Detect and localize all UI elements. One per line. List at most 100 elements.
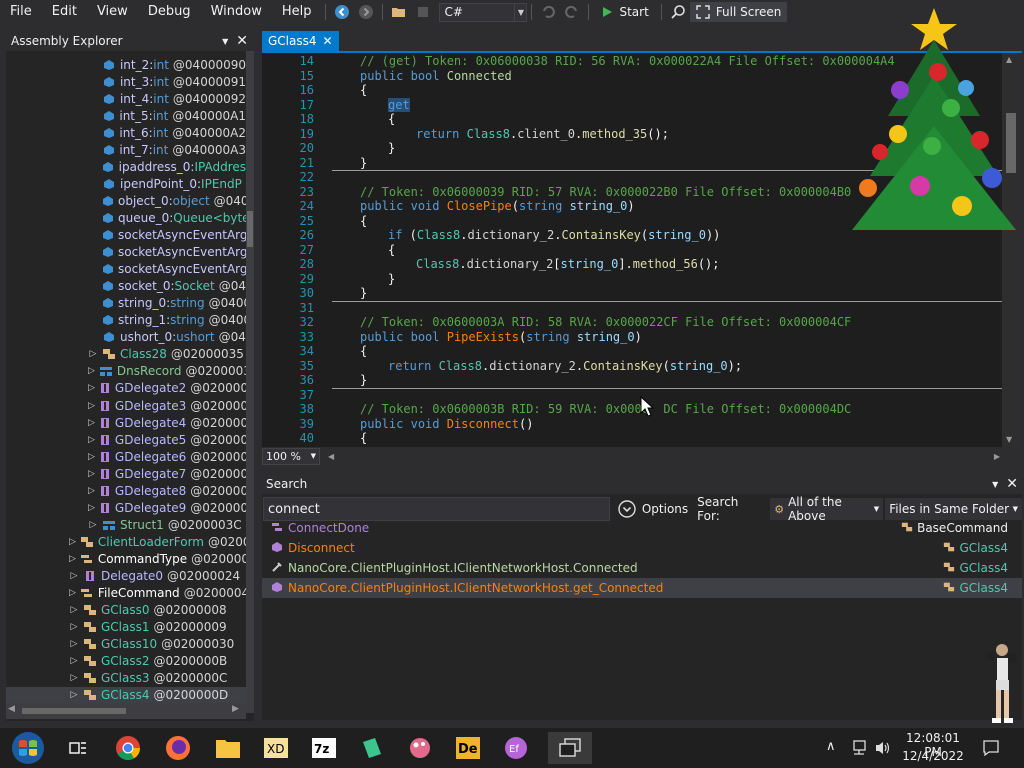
code-line[interactable]: 39 public void Disconnect() [262,417,1002,432]
tree-item[interactable]: int_2 : int @04000090 [6,56,246,73]
tab-gclass4[interactable]: GClass4 ✕ [262,31,339,51]
chrome-app[interactable] [112,732,144,764]
tree-item[interactable]: ▷ CommandType@0200003 [6,550,246,567]
tree-item[interactable]: ▷ Struct1 @0200003C [6,516,246,533]
expand-arrow-icon[interactable]: ▷ [69,605,79,615]
tree-item[interactable]: socketAsyncEventArgs [6,261,246,278]
expand-arrow-icon[interactable]: ▷ [88,401,95,411]
tree-item[interactable]: ▷ DnsRecord@0200003E [6,363,246,380]
expand-arrow-icon[interactable]: ▷ [69,656,79,666]
tree-item[interactable]: ▷ GDelegate3@0200003 [6,397,246,414]
expand-arrow-icon[interactable]: ▷ [88,435,95,445]
tree-item[interactable]: ipendPoint_0 : IPEndP [6,175,246,192]
scroll-left-icon[interactable]: ◀ [8,704,15,714]
file-explorer-app[interactable] [212,732,244,764]
options-button[interactable]: Options [618,500,688,518]
scrollbar-thumb[interactable] [22,708,126,714]
start-button[interactable]: Start [593,5,656,19]
tree-item[interactable]: ▷ GClass1 @02000009 [6,619,246,636]
tree-item[interactable]: ▷ Delegate0 @02000024 [6,568,246,585]
tree-item[interactable]: ▷ GDelegate9@0200003 [6,499,246,516]
code-line[interactable]: 27 { [262,243,1002,258]
code-line[interactable]: 38 // Token: 0x0600003B RID: 59 RVA: 0x00… [262,402,1002,417]
search-result-row[interactable]: ConnectDone BaseCommand [262,518,1022,538]
open-button[interactable] [389,2,409,22]
close-icon[interactable]: ✕ [1006,476,1018,492]
expand-arrow-icon[interactable]: ▷ [88,383,95,393]
tree-item[interactable]: ▷ GDelegate7@0200003 [6,465,246,482]
paint-app[interactable] [404,732,436,764]
expand-arrow-icon[interactable]: ▷ [69,571,79,581]
tree-item[interactable]: int_7 : int @040000A3 [6,141,246,158]
search-result-row[interactable]: NanoCore.ClientPluginHost.IClientNetwork… [262,578,1022,598]
tree-item[interactable]: ▷ GDelegate5@0200003 [6,431,246,448]
tree-item[interactable]: int_5 : int @040000A1 [6,107,246,124]
menu-help[interactable]: Help [272,1,322,23]
scrollbar-thumb[interactable] [247,211,253,247]
tree-item[interactable]: ▷ GClass3 @0200000C [6,670,246,687]
expand-arrow-icon[interactable]: ▷ [69,690,79,700]
tree-item[interactable]: ▷ GClass10 @02000030 [6,636,246,653]
search-scope-select[interactable]: Files in Same Folder ▼ [885,498,1022,520]
zoom-select[interactable]: 100 % ▼ [262,447,320,465]
expand-arrow-icon[interactable]: ▷ [69,537,76,547]
scroll-left-icon[interactable]: ◀ [328,452,334,461]
tree-item[interactable]: socket_0 : Socket @04 [6,278,246,295]
expand-arrow-icon[interactable]: ▷ [88,503,95,513]
task-view-button[interactable] [62,732,94,764]
menu-view[interactable]: View [87,1,138,23]
menu-edit[interactable]: Edit [42,1,87,23]
tree-item[interactable]: queue_0 : Queue<byte [6,209,246,226]
search-for-select[interactable]: ⚙ All of the Above ▼ [770,495,884,523]
chevron-up-icon[interactable]: ∧ [826,739,836,754]
taskbar-date[interactable]: 12/4/2022 [898,749,968,763]
horizontal-scrollbar[interactable]: ◀ ▶ [6,703,246,719]
volume-icon[interactable] [874,740,892,756]
expand-arrow-icon[interactable]: ▷ [69,588,76,598]
code-line[interactable]: 36} [262,373,1002,388]
tree-item[interactable]: ▷ GDelegate6@0200003 [6,448,246,465]
7zip-app[interactable]: 7z [308,732,340,764]
menu-debug[interactable]: Debug [138,1,201,23]
undo-button[interactable] [538,2,558,22]
forward-button[interactable] [356,2,376,22]
code-line[interactable]: 40 { [262,431,1002,446]
find-button[interactable] [668,2,688,22]
tree-item[interactable]: ipaddress_0 : IPAddres [6,158,246,175]
tree-item[interactable]: string_0 : string@0400 [6,295,246,312]
scroll-right-icon[interactable]: ▶ [994,452,1000,461]
redo-button[interactable] [562,2,582,22]
ef-app[interactable]: Ef [500,732,532,764]
scroll-down-icon[interactable]: ▼ [1006,435,1012,444]
menu-file[interactable]: File [0,1,42,23]
expand-arrow-icon[interactable]: ▷ [88,520,98,530]
start-menu-button[interactable] [8,732,48,764]
code-line[interactable]: 31 [262,301,1002,316]
tree-item[interactable]: ▷ GClass4 @0200000D [6,686,246,704]
close-icon[interactable]: ✕ [323,34,333,48]
tree-item[interactable]: ▷ ClientLoaderForm @0200 [6,533,246,550]
network-icon[interactable] [850,740,868,756]
notepad-app[interactable] [356,732,388,764]
close-icon[interactable]: ✕ [236,33,248,49]
dropdown-icon[interactable]: ▼ [992,480,998,489]
tree-item[interactable]: socketAsyncEventArgs [6,227,246,244]
tree-item[interactable]: ▷ GDelegate8@0200003 [6,482,246,499]
back-button[interactable] [332,2,352,22]
expand-arrow-icon[interactable]: ▷ [69,673,79,683]
fullscreen-button[interactable]: Full Screen [689,2,788,22]
language-select[interactable]: C# ▼ [439,2,528,22]
code-line[interactable]: 37 [262,388,1002,403]
tree-item[interactable]: ▷ GClass2 @0200000B [6,653,246,670]
expand-arrow-icon[interactable]: ▷ [69,554,76,564]
code-line[interactable]: 28 Class8.dictionary_2[string_0].method_5… [262,257,1002,272]
expand-arrow-icon[interactable]: ▷ [88,349,98,359]
expand-arrow-icon[interactable]: ▷ [88,366,95,376]
expand-arrow-icon[interactable]: ▷ [88,469,95,479]
notification-icon[interactable] [982,739,1000,757]
code-line[interactable]: 32 // Token: 0x0600003A RID: 58 RVA: 0x00… [262,315,1002,330]
tree-item[interactable]: ▷ GClass0 @02000008 [6,602,246,619]
tree-item[interactable]: string_1 : string@0400 [6,312,246,329]
tree-item[interactable]: object_0 : object @040 [6,192,246,209]
dnspy-app[interactable] [548,732,592,764]
